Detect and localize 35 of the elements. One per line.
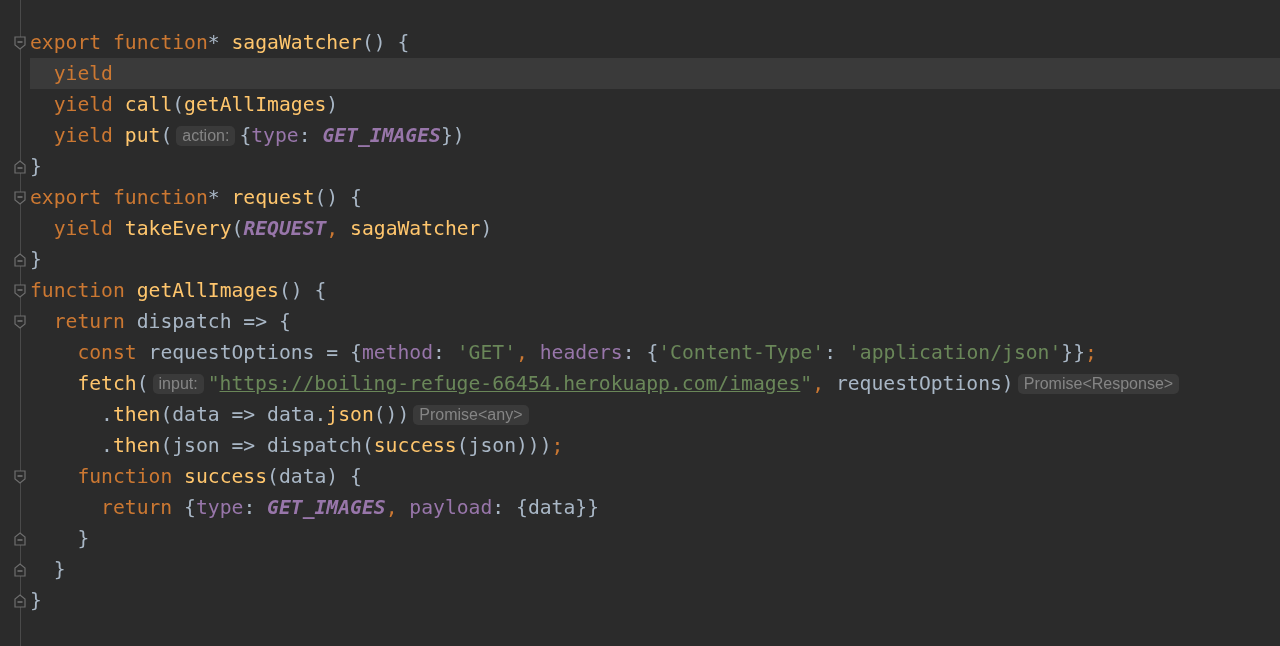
code-text: export function* sagaWatcher() { [30,31,410,54]
inlay-hint: input: [152,373,204,394]
fold-end-icon[interactable] [14,593,26,608]
code-text: yield takeEvery(REQUEST, sagaWatcher) [53,217,493,240]
code-text: } [53,558,66,581]
code-text: } [77,527,90,550]
fold-collapse-icon[interactable] [14,314,26,329]
inlay-hint: Promise<any> [413,404,529,425]
code-text: } [30,589,42,612]
code-text: return {type: GET_IMAGES, payload: {data}} [101,496,599,519]
code-text: .then(json => dispatch(success(json))); [101,434,564,457]
fold-collapse-icon[interactable] [14,469,26,484]
code-text: const requestOptions = {method: 'GET', headers: {'Content-Type': 'application/json'}}; [77,341,1097,364]
fold-collapse-icon[interactable] [14,283,26,298]
code-text: function getAllImages() { [30,279,327,302]
code-text: yield call(getAllImages) [53,93,339,116]
fold-collapse-icon[interactable] [14,35,26,50]
code-text: } [30,248,42,271]
code-text: function success(data) { [77,465,362,488]
code-text: return dispatch => { [53,310,291,333]
code-text: "https://boiling-refuge-66454.herokuapp.com/images", requestOptions) [207,372,1014,395]
code-text: .then(data => data.json()) [101,403,410,426]
fold-end-icon[interactable] [14,531,26,546]
code-text: } [30,155,42,178]
fold-end-icon[interactable] [14,252,26,267]
code-text: {type: GET_IMAGES}) [239,124,465,147]
code-text: yield put( [53,124,173,147]
code-text: fetch( [77,372,149,395]
inlay-hint: action: [176,125,236,146]
code-text: yield [53,62,113,85]
fold-end-icon[interactable] [14,159,26,174]
fold-end-icon[interactable] [14,562,26,577]
fold-collapse-icon[interactable] [14,190,26,205]
inlay-hint: Promise<Response> [1017,373,1180,394]
code-text: export function* request() { [30,186,362,209]
